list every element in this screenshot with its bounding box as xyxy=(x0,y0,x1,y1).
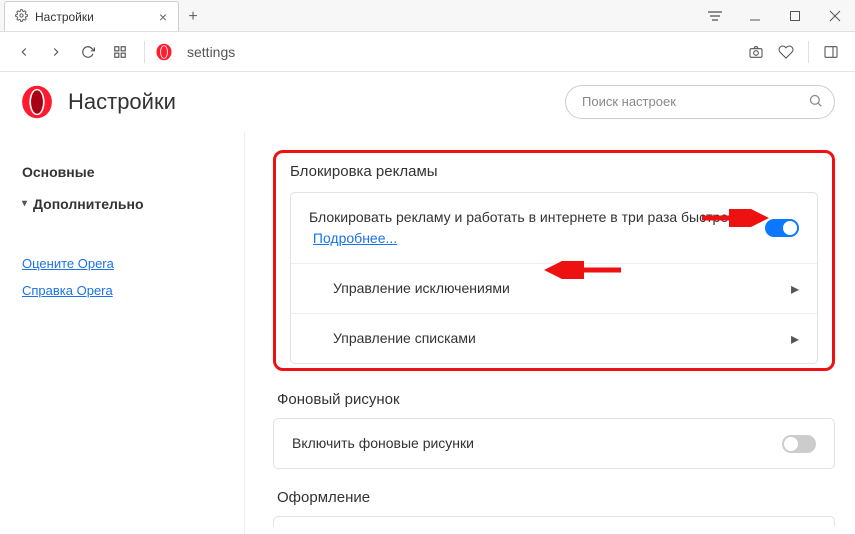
manage-lists-label: Управление списками xyxy=(333,328,791,349)
opera-logo xyxy=(20,85,54,119)
settings-content: Блокировка рекламы Блокировать рекламу и… xyxy=(245,132,855,534)
page-title: Настройки xyxy=(68,89,176,115)
url-field[interactable]: settings xyxy=(177,44,738,60)
sidebar-panel-button[interactable] xyxy=(817,38,845,66)
chevron-right-icon: ▸ xyxy=(791,329,799,349)
bookmark-heart-button[interactable] xyxy=(772,38,800,66)
wallpaper-toggle-row: Включить фоновые рисунки xyxy=(274,419,834,468)
maximize-button[interactable] xyxy=(775,1,815,31)
sidebar-help-link[interactable]: Справка Opera xyxy=(22,277,226,304)
browser-tab[interactable]: Настройки × xyxy=(4,1,179,31)
settings-search-input[interactable] xyxy=(565,85,835,119)
sidebar-item-advanced[interactable]: Дополнительно xyxy=(22,188,226,220)
address-bar: settings xyxy=(0,32,855,72)
adblock-section-title: Блокировка рекламы xyxy=(290,163,818,180)
settings-sidebar: Основные Дополнительно Оцените Opera Спр… xyxy=(0,132,245,534)
wallpaper-section-title: Фоновый рисунок xyxy=(277,391,835,408)
forward-button[interactable] xyxy=(42,38,70,66)
snapshot-button[interactable] xyxy=(742,38,770,66)
manage-exceptions-label: Управление исключениями xyxy=(333,278,791,299)
back-button[interactable] xyxy=(10,38,38,66)
divider xyxy=(144,41,145,63)
speed-dial-button[interactable] xyxy=(106,38,134,66)
adblock-highlight: Блокировка рекламы Блокировать рекламу и… xyxy=(273,150,835,371)
sidebar-item-label: Дополнительно xyxy=(33,196,143,212)
adblock-toggle-row: Блокировать рекламу и работать в интерне… xyxy=(291,193,817,263)
wallpaper-section: Фоновый рисунок Включить фоновые рисунки xyxy=(273,391,835,469)
new-tab-button[interactable]: + xyxy=(179,3,207,31)
manage-exceptions-row[interactable]: Управление исключениями ▸ xyxy=(291,263,817,313)
wallpaper-label: Включить фоновые рисунки xyxy=(292,433,782,454)
easy-setup-icon[interactable] xyxy=(695,1,735,31)
close-tab-icon[interactable]: × xyxy=(156,9,170,25)
sidebar-rate-link[interactable]: Оцените Opera xyxy=(22,250,226,277)
divider xyxy=(808,41,809,63)
adblock-description: Блокировать рекламу и работать в интерне… xyxy=(309,207,765,249)
appearance-section-title: Оформление xyxy=(277,489,835,506)
adblock-card: Блокировать рекламу и работать в интерне… xyxy=(290,192,818,364)
gear-icon xyxy=(15,9,28,25)
manage-lists-row[interactable]: Управление списками ▸ xyxy=(291,313,817,363)
reload-button[interactable] xyxy=(74,38,102,66)
page-header: Настройки xyxy=(0,72,855,132)
learn-more-link[interactable]: Подробнее... xyxy=(313,230,397,246)
wallpaper-toggle[interactable] xyxy=(782,435,816,453)
chevron-right-icon: ▸ xyxy=(791,279,799,299)
titlebar: Настройки × + xyxy=(0,0,855,32)
opera-icon xyxy=(155,43,173,61)
sidebar-item-basic[interactable]: Основные xyxy=(22,156,226,188)
close-window-button[interactable] xyxy=(815,1,855,31)
tab-title: Настройки xyxy=(35,10,156,24)
minimize-button[interactable] xyxy=(735,1,775,31)
appearance-section: Оформление xyxy=(273,489,835,526)
adblock-toggle[interactable] xyxy=(765,219,799,237)
search-icon xyxy=(808,93,823,111)
